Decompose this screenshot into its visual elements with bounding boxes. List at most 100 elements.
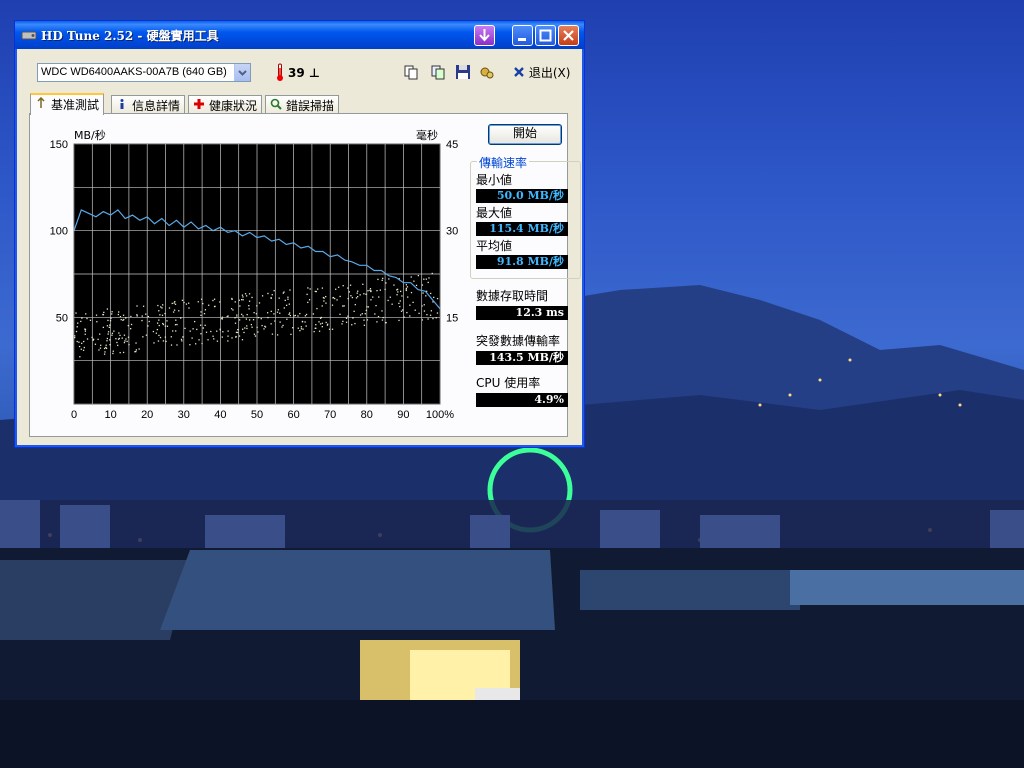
access-time-point bbox=[205, 331, 208, 333]
download-icon[interactable] bbox=[474, 25, 495, 46]
temperature-value: 39 ⊥ bbox=[288, 66, 320, 80]
access-time-point bbox=[361, 313, 363, 315]
access-time-point bbox=[219, 301, 221, 303]
access-time-point bbox=[83, 340, 85, 343]
minimize-button[interactable] bbox=[512, 25, 533, 46]
tab-error-scan[interactable]: 錯誤掃描 bbox=[265, 95, 340, 114]
access-time-point bbox=[234, 317, 236, 319]
access-time-point bbox=[251, 326, 253, 328]
access-time-point bbox=[111, 313, 113, 315]
access-time-point bbox=[200, 311, 202, 313]
access-time-point bbox=[305, 313, 308, 316]
access-time-point bbox=[270, 310, 272, 313]
access-time-point bbox=[130, 328, 132, 330]
drive-select[interactable]: WDC WD6400AAKS-00A7B (640 GB) bbox=[37, 63, 251, 82]
access-time-point bbox=[435, 317, 437, 319]
access-time-point bbox=[171, 302, 173, 305]
access-time-point bbox=[273, 289, 275, 292]
access-time-point bbox=[253, 312, 255, 314]
access-time-point bbox=[95, 314, 98, 316]
access-time-point bbox=[162, 304, 164, 306]
transfer-rate-group: 傳輸速率 最小値 50.0 MB/秒 最大値 115.4 MB/秒 平均値 91… bbox=[470, 154, 581, 279]
access-time-point bbox=[274, 320, 276, 322]
access-time-point bbox=[307, 287, 309, 289]
access-time-point bbox=[135, 342, 137, 344]
access-time-point bbox=[412, 301, 414, 304]
access-time-point bbox=[396, 289, 398, 291]
title-bar[interactable]: HD Tune 2.52 - 硬盤實用工具 bbox=[15, 21, 584, 49]
access-time-point bbox=[258, 302, 261, 304]
access-time-point bbox=[288, 313, 290, 315]
tab-info[interactable]: 信息詳情 bbox=[111, 95, 186, 114]
access-time-point bbox=[405, 284, 408, 286]
access-time-point bbox=[264, 326, 267, 328]
access-time-point bbox=[227, 335, 229, 337]
access-time-point bbox=[427, 281, 429, 284]
access-time-point bbox=[237, 329, 239, 331]
access-time-point bbox=[335, 288, 337, 290]
access-time-point bbox=[353, 310, 355, 312]
access-time-point bbox=[203, 313, 206, 315]
access-time-point bbox=[138, 348, 140, 350]
access-time-point bbox=[172, 330, 174, 332]
access-time-point bbox=[325, 321, 327, 324]
access-time-point bbox=[117, 338, 120, 340]
access-time-point bbox=[363, 293, 365, 295]
access-time-point bbox=[384, 288, 386, 291]
access-time-point bbox=[270, 323, 272, 325]
options-icon[interactable] bbox=[479, 64, 495, 80]
access-time-point bbox=[238, 335, 241, 337]
access-time-point bbox=[347, 297, 349, 300]
access-time-point bbox=[365, 293, 367, 295]
access-time-point bbox=[266, 312, 269, 314]
x-tick-label: 80 bbox=[361, 409, 373, 421]
access-time-point bbox=[166, 325, 169, 327]
access-time-point bbox=[111, 332, 114, 334]
access-time-point bbox=[174, 301, 176, 303]
access-time-point bbox=[75, 312, 77, 314]
access-time-point bbox=[105, 347, 108, 350]
benchmark-panel: 150 100 50 45 30 15 MB/秒 毫秒 0 10 20 30 40 50 60 70 80 90 1… bbox=[29, 113, 581, 437]
access-time-point bbox=[308, 299, 311, 301]
x-tick-label: 60 bbox=[287, 409, 299, 421]
access-time-point bbox=[75, 330, 78, 333]
access-time-point bbox=[370, 299, 372, 301]
access-time-point bbox=[196, 328, 198, 331]
transfer-rate-chart: 150 100 50 45 30 15 MB/秒 毫秒 0 10 20 30 40 50 60 70 80 90 1… bbox=[50, 128, 459, 421]
copy-all-icon[interactable] bbox=[430, 64, 446, 80]
access-time-point bbox=[164, 325, 167, 327]
access-time-point bbox=[305, 325, 307, 327]
access-time-point bbox=[396, 294, 398, 296]
access-time-point bbox=[234, 301, 236, 303]
access-time-point bbox=[109, 344, 111, 346]
copy-icon[interactable] bbox=[403, 64, 419, 80]
exit-button[interactable]: 退出(X) bbox=[513, 64, 570, 81]
access-time-point bbox=[350, 295, 352, 297]
chevron-down-icon[interactable] bbox=[234, 64, 250, 81]
maximize-button[interactable] bbox=[535, 25, 556, 46]
access-time-point bbox=[86, 317, 88, 320]
access-time-point bbox=[407, 296, 409, 298]
access-time-point bbox=[248, 308, 250, 310]
access-time-point bbox=[297, 315, 299, 317]
access-time-point bbox=[104, 351, 106, 353]
access-time-point bbox=[83, 346, 85, 349]
access-time-point bbox=[285, 304, 288, 306]
tab-health[interactable]: 健康狀況 bbox=[188, 95, 263, 114]
y-tick-label-left: 100 bbox=[50, 226, 68, 238]
tab-benchmark[interactable]: 基准測試 bbox=[30, 93, 105, 115]
access-time-point bbox=[156, 322, 159, 324]
access-time-point bbox=[180, 317, 182, 319]
access-time-point bbox=[339, 313, 341, 315]
access-time-point bbox=[238, 299, 240, 301]
access-time-point bbox=[236, 314, 238, 316]
access-time-point bbox=[356, 292, 358, 294]
save-icon[interactable] bbox=[455, 64, 471, 80]
access-time-point bbox=[302, 328, 304, 330]
close-button[interactable] bbox=[558, 25, 579, 46]
access-time-point bbox=[173, 302, 175, 304]
access-time-point bbox=[107, 319, 109, 322]
access-time-point bbox=[430, 310, 433, 312]
access-time-point bbox=[202, 327, 205, 329]
start-button[interactable]: 開始 bbox=[488, 124, 562, 145]
